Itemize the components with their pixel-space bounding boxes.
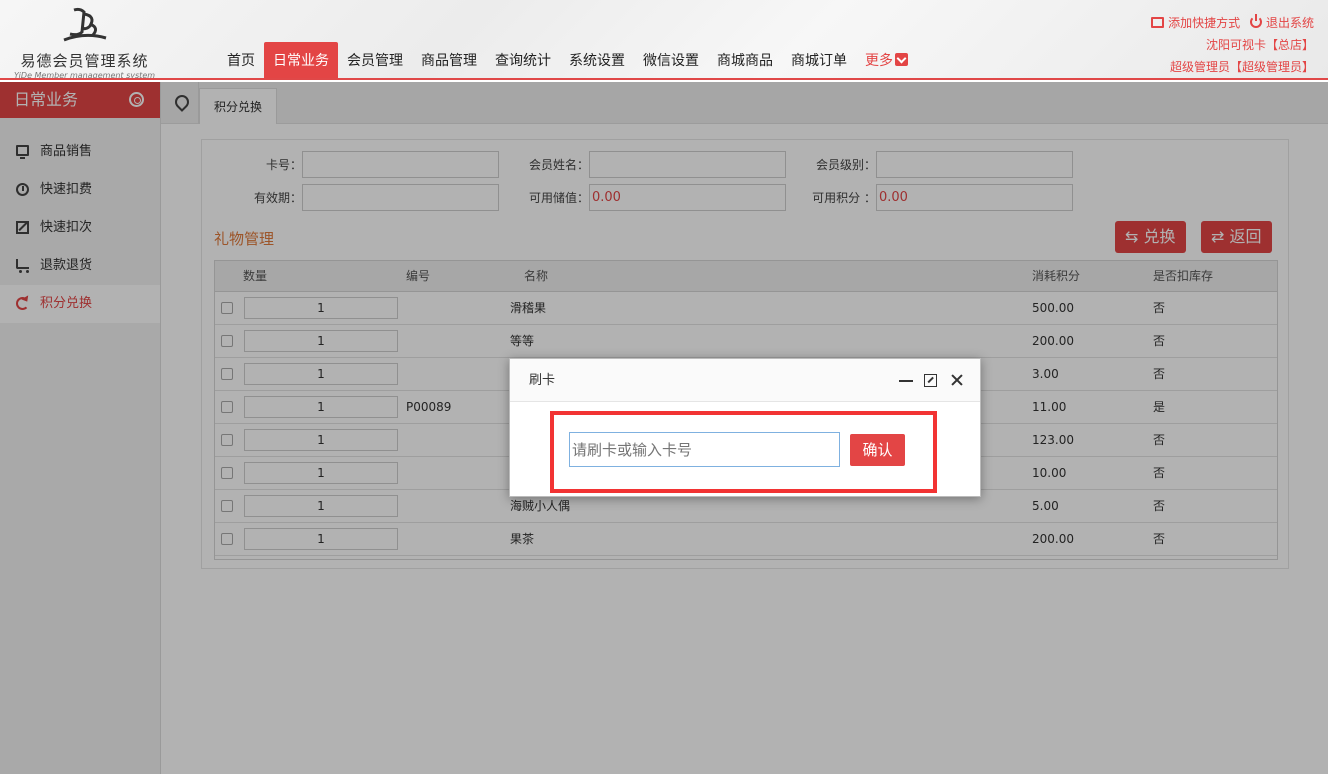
- user-role: 超级管理员【超级管理员】: [1169, 60, 1314, 74]
- nav-wechat[interactable]: 微信设置: [634, 42, 708, 80]
- monitor-icon: [1151, 17, 1165, 28]
- logo-icon: [62, 7, 106, 42]
- store-name: 沈阳可视卡【总店】: [1205, 38, 1314, 52]
- nav-mall-products[interactable]: 商城商品: [708, 42, 782, 80]
- nav-more-label: 更多: [865, 53, 893, 69]
- app-name: 易德会员管理系统: [20, 52, 149, 70]
- card-number-input[interactable]: [569, 432, 840, 467]
- nav-mall-orders[interactable]: 商城订单: [782, 42, 856, 80]
- nav-daily[interactable]: 日常业务: [264, 42, 338, 80]
- nav-products[interactable]: 商品管理: [412, 42, 486, 80]
- nav-more[interactable]: 更多: [856, 42, 917, 80]
- power-icon: [1249, 14, 1262, 28]
- app-name-en: YiDe Member management system: [13, 71, 156, 80]
- minimize-icon[interactable]: [898, 372, 914, 388]
- confirm-button[interactable]: 确认: [850, 434, 905, 466]
- app-logo: 易德会员管理系统 YiDe Member management system: [12, 6, 157, 80]
- user-area: 添加快捷方式 退出系统 沈阳可视卡【总店】 超级管理员【超级管理员】: [1145, 12, 1314, 78]
- dialog-header: 刷卡: [510, 359, 980, 402]
- nav-members[interactable]: 会员管理: [338, 42, 412, 80]
- main-nav: 首页 日常业务 会员管理 商品管理 查询统计 系统设置 微信设置 商城商品 商城…: [218, 42, 917, 80]
- close-icon[interactable]: [949, 372, 965, 388]
- dialog-title: 刷卡: [529, 373, 556, 388]
- nav-stats[interactable]: 查询统计: [486, 42, 560, 80]
- logout-link[interactable]: 退出系统: [1249, 14, 1314, 30]
- maximize-icon[interactable]: [924, 374, 937, 387]
- nav-home[interactable]: 首页: [218, 42, 264, 80]
- top-header: 易德会员管理系统 YiDe Member management system 首…: [0, 0, 1328, 80]
- swipe-card-dialog: 刷卡 确认: [509, 358, 981, 497]
- chevron-down-icon: [895, 53, 908, 66]
- add-shortcut-link[interactable]: 添加快捷方式: [1151, 16, 1240, 30]
- nav-settings[interactable]: 系统设置: [560, 42, 634, 80]
